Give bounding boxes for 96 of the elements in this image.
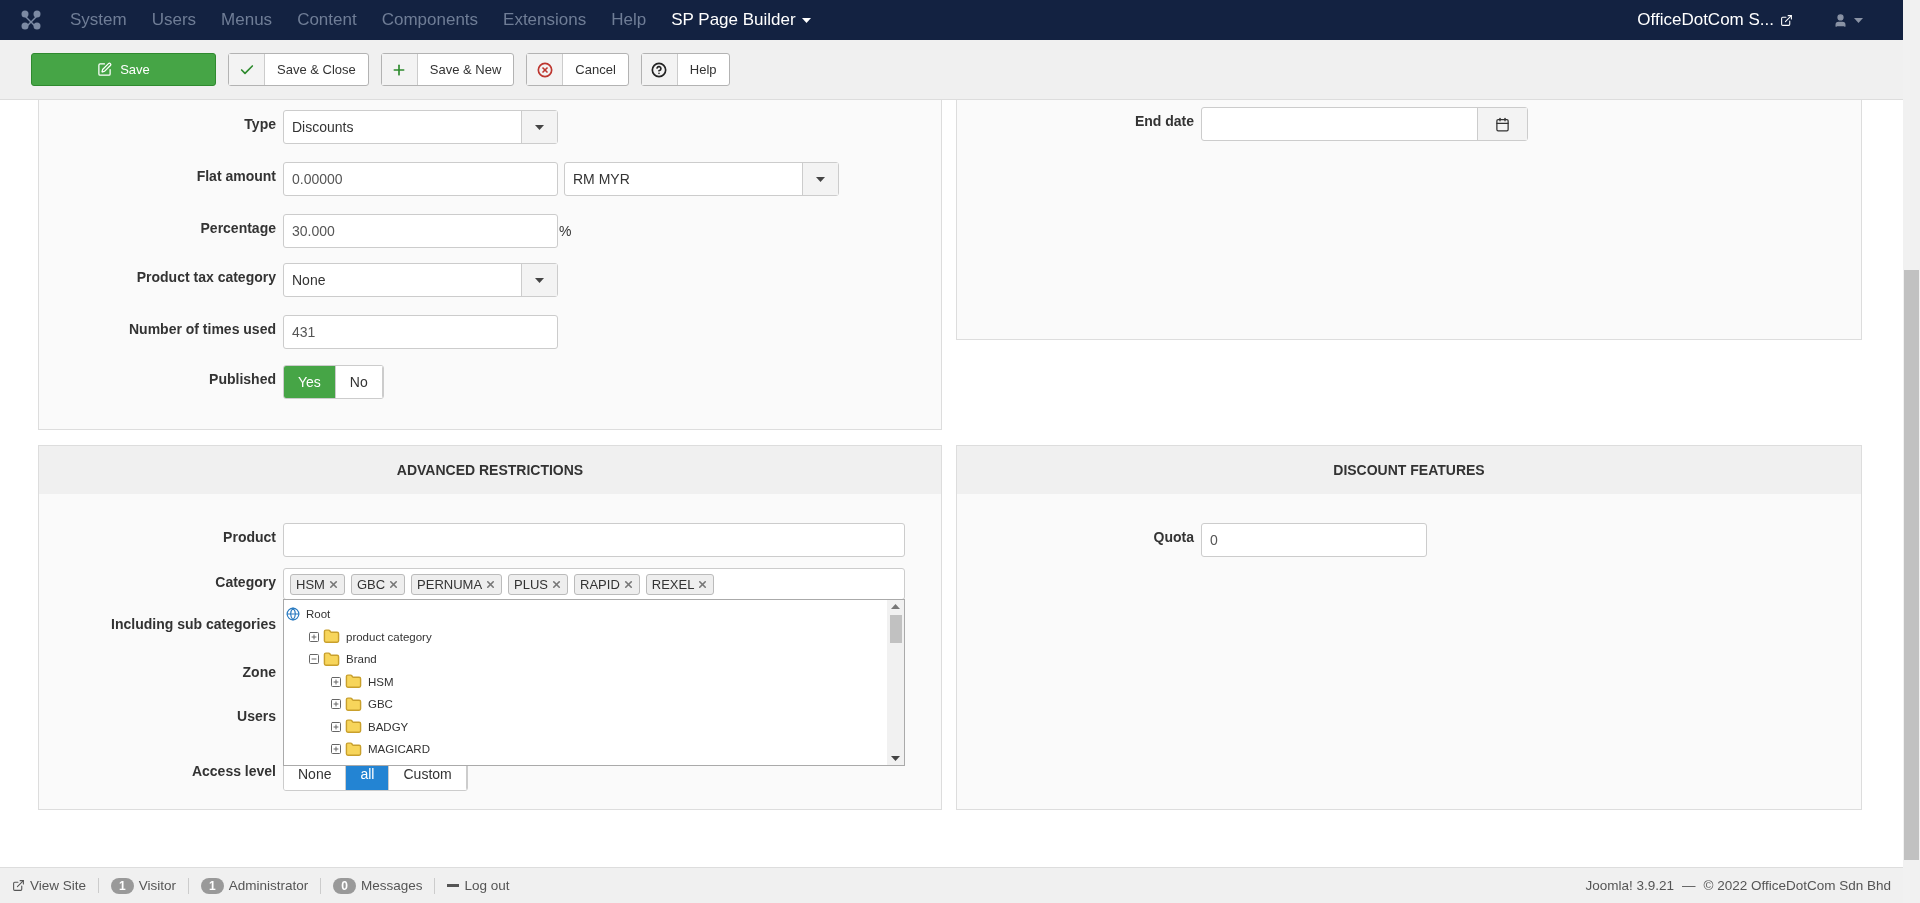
logout-link[interactable]: Log out: [459, 878, 522, 893]
percentage-field[interactable]: 30.000: [283, 214, 558, 248]
edit-icon: [97, 62, 113, 77]
folder-icon: [323, 628, 340, 646]
field-label: Product: [223, 528, 276, 545]
folder-icon: [345, 718, 362, 736]
toolbar-button[interactable]: Save & Close: [228, 53, 369, 86]
cancel-icon: [536, 61, 553, 78]
globe-icon: [286, 607, 300, 622]
field-label: Zone: [242, 663, 276, 680]
remove-icon[interactable]: [327, 578, 339, 590]
status-counter[interactable]: 1 Administrator: [189, 877, 322, 894]
user-menu[interactable]: [1833, 12, 1863, 28]
caret-icon: [535, 277, 544, 283]
tree-item[interactable]: product category: [343, 630, 432, 643]
field-label: Category: [215, 573, 276, 590]
panel-title: ADVANCED RESTRICTIONS: [39, 446, 941, 494]
expand-icon[interactable]: [330, 720, 342, 733]
folder-icon: [323, 650, 340, 668]
external-link-icon: [12, 879, 25, 892]
category-field[interactable]: HSM GBC PERNUMA PLUS RAPID REXEL: [283, 568, 905, 600]
scrollbar-thumb[interactable]: [889, 615, 902, 643]
expand-icon[interactable]: [308, 630, 320, 643]
field-label: Type: [244, 115, 276, 132]
help-icon: [651, 61, 668, 78]
field-label: Including sub categories: [111, 615, 276, 632]
field-label: Quota: [1153, 528, 1194, 545]
tree-item[interactable]: Root: [303, 608, 331, 621]
field-label: Number of times used: [128, 320, 276, 337]
field-label: Users: [237, 707, 276, 724]
toolbar-button[interactable]: Help: [640, 53, 730, 86]
copyright-text: © 2022 OfficeDotCom Sdn Bhd: [1703, 878, 1891, 893]
remove-icon[interactable]: [485, 578, 497, 590]
remove-icon[interactable]: [622, 578, 634, 590]
site-link[interactable]: OfficeDotCom S...: [1637, 10, 1774, 30]
scroll-down-icon: [891, 756, 900, 761]
minus-icon: [447, 884, 460, 887]
category-tag[interactable]: RAPID: [574, 573, 640, 595]
expand-icon[interactable]: [330, 698, 342, 711]
category-tag[interactable]: PERNUMA: [411, 573, 503, 595]
folder-icon: [345, 673, 362, 691]
expand-icon[interactable]: [330, 743, 342, 756]
caret-icon: [535, 124, 544, 130]
version-text: Joomla! 3.9.21: [1585, 878, 1674, 893]
status-counter[interactable]: 1 Visitor: [99, 877, 189, 894]
amount-field[interactable]: 0.00000: [283, 162, 558, 196]
folder-icon: [345, 695, 362, 713]
expand-icon[interactable]: [330, 675, 342, 688]
folder-icon: [345, 740, 362, 758]
scroll-up-icon: [891, 604, 900, 609]
category-tag[interactable]: HSM: [290, 573, 345, 595]
currency-select[interactable]: RM MYR: [564, 162, 839, 196]
field-label: Percentage: [200, 219, 276, 236]
view-site-link[interactable]: View Site: [25, 878, 100, 893]
calendar-button[interactable]: [1477, 108, 1527, 140]
category-tag[interactable]: REXEL: [645, 573, 715, 595]
field-label: Published: [209, 370, 276, 387]
input-field[interactable]: 431: [283, 315, 558, 349]
quota-field[interactable]: 0: [1201, 523, 1427, 557]
tree-item[interactable]: BADGY: [365, 720, 409, 733]
scrollbar[interactable]: [887, 600, 904, 765]
tree-item[interactable]: Brand: [343, 653, 377, 666]
panel-title: DISCOUNT FEATURES: [957, 446, 1861, 494]
scrollbar-thumb[interactable]: [1904, 270, 1919, 860]
user-icon: [1833, 12, 1848, 28]
field-label: Product tax category: [136, 268, 276, 285]
product-field[interactable]: [283, 523, 905, 557]
tree-item[interactable]: GBC: [365, 698, 393, 711]
field-label: End date: [1134, 112, 1194, 129]
tree-item[interactable]: MAGICARD: [365, 743, 430, 756]
separator: —: [1680, 878, 1697, 893]
remove-icon[interactable]: [551, 578, 563, 590]
status-counter[interactable]: 0 Messages: [321, 877, 436, 894]
category-tag[interactable]: PLUS: [508, 573, 569, 595]
select-field[interactable]: Discounts: [283, 110, 558, 144]
menu-item[interactable]: SP Page Builder: [671, 10, 811, 30]
toggle-option[interactable]: No: [335, 366, 383, 398]
select-field[interactable]: None: [283, 263, 558, 297]
caret-icon: [816, 176, 825, 182]
calendar-icon: [1495, 116, 1510, 132]
toolbar-button[interactable]: Save & New: [380, 53, 515, 86]
percent-sign: %: [559, 223, 572, 239]
toolbar-button[interactable]: Cancel: [526, 53, 629, 86]
tree-item[interactable]: HSM: [365, 675, 394, 688]
field-label: Flat amount: [196, 167, 276, 184]
remove-icon[interactable]: [388, 578, 400, 590]
logo-icon[interactable]: [20, 9, 42, 31]
date-field[interactable]: [1201, 107, 1528, 141]
remove-icon[interactable]: [697, 578, 709, 590]
scrollbar[interactable]: [1903, 0, 1920, 903]
field-label: Access level: [191, 762, 276, 779]
category-tag[interactable]: GBC: [350, 573, 406, 595]
caret-icon: [1854, 17, 1863, 23]
caret-icon: [801, 17, 811, 23]
collapse-icon[interactable]: [308, 653, 320, 666]
external-link-icon: [1780, 13, 1793, 27]
